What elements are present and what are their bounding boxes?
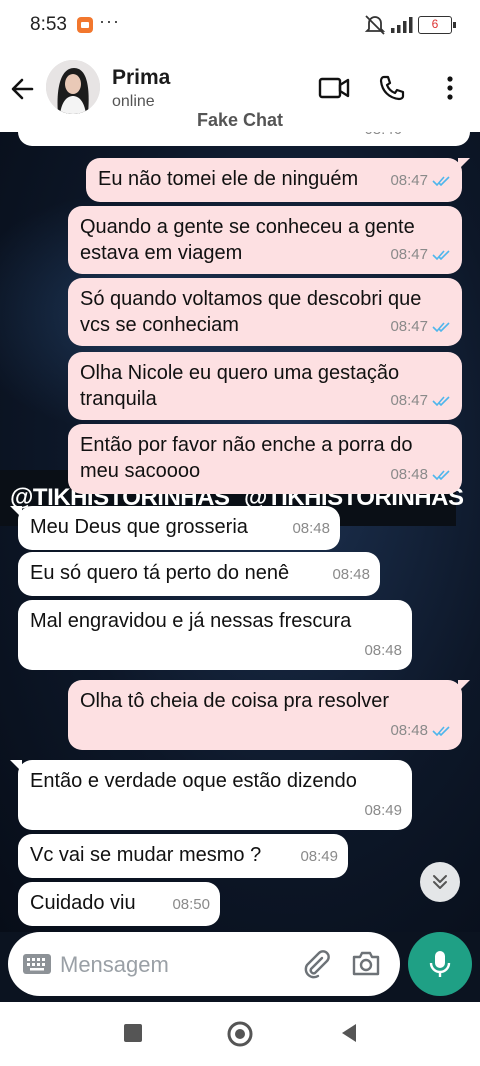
attach-icon[interactable]: [300, 948, 332, 980]
message-bubble[interactable]: Quando a gente se conheceu a gente estav…: [68, 206, 462, 274]
message-time: 08:47: [390, 392, 428, 409]
message-bubble[interactable]: Só quando voltamos que descobri que vcs …: [68, 278, 462, 346]
keyboard-icon[interactable]: [22, 952, 52, 976]
mic-icon: [429, 951, 451, 977]
status-more: ···: [99, 11, 120, 31]
mic-button[interactable]: [408, 932, 472, 996]
camera-icon[interactable]: [350, 948, 382, 980]
message-text: Mal engravidou e já nessas frescura: [30, 610, 352, 632]
recents-icon[interactable]: [122, 1022, 144, 1044]
message-text: Vc vai se mudar mesmo ?: [30, 844, 262, 866]
signal-icon: [391, 17, 413, 33]
message-bubble[interactable]: Meu Deus que grosseria 08:48: [10, 506, 340, 550]
message-bubble[interactable]: Mal engravidou e já nessas frescura 08:4…: [18, 600, 412, 670]
message-bubble[interactable]: Então por favor não enche a porra do meu…: [68, 424, 462, 494]
avatar[interactable]: [46, 60, 100, 114]
back-arrow-icon[interactable]: [10, 76, 36, 102]
avatar-image: [46, 60, 100, 114]
message-bubble[interactable]: Eu só quero tá perto do nenê 08:48: [18, 552, 380, 596]
status-time: 8:53: [30, 14, 67, 35]
message-text: Eu só quero tá perto do nenê: [30, 562, 290, 584]
message-time: 08:47: [390, 318, 428, 335]
read-ticks-icon: [432, 176, 450, 187]
message-time: 08:48: [332, 566, 370, 583]
message-time: 08:47: [390, 172, 428, 189]
composer-bar: Mensagem: [0, 932, 480, 1002]
chat-header: Prima online Fake Chat: [0, 52, 480, 132]
message-time: 08:47: [390, 246, 428, 263]
more-vert-icon[interactable]: [440, 74, 460, 102]
message-input[interactable]: Mensagem: [8, 932, 400, 996]
message-bubble[interactable]: Eu não tomei ele de ninguém 08:47: [86, 158, 470, 202]
message-placeholder: Mensagem: [60, 952, 169, 977]
chat-area[interactable]: 08:46 @TIKHISTORINHAS @TIKHISTORINHAS Eu…: [0, 132, 480, 932]
read-ticks-icon: [432, 726, 450, 737]
message-time: 08:48: [364, 642, 402, 659]
message-time: 08:48: [292, 520, 330, 537]
system-nav-bar: [0, 1002, 480, 1066]
presence-status: online: [112, 93, 155, 110]
message-text: Olha tô cheia de coisa pra resolver: [80, 690, 390, 712]
read-ticks-icon: [432, 250, 450, 261]
message-bubble[interactable]: Cuidado viu 08:50: [18, 882, 220, 926]
back-nav-icon[interactable]: [338, 1022, 360, 1044]
message-time: 08:46: [364, 132, 402, 143]
message-text: Meu Deus que grosseria: [30, 516, 248, 538]
read-ticks-icon: [432, 470, 450, 481]
status-bar: 8:53 ··· 6: [0, 0, 480, 52]
message-time: 08:49: [364, 802, 402, 819]
mute-icon: [364, 15, 386, 35]
message-bubble[interactable]: Olha tô cheia de coisa pra resolver 08:4…: [68, 680, 470, 750]
header-subtitle: Fake Chat: [196, 110, 284, 130]
read-ticks-icon: [432, 396, 450, 407]
message-bubble[interactable]: Olha Nicole eu quero uma gestação tranqu…: [68, 352, 462, 420]
message-time: 08:48: [390, 722, 428, 739]
scroll-down-button[interactable]: [420, 862, 460, 902]
video-app-icon: [77, 17, 93, 33]
battery-indicator: 6: [418, 16, 456, 34]
partial-message: 08:46: [18, 132, 470, 146]
message-time: 08:49: [300, 848, 338, 865]
message-time: 08:48: [390, 466, 428, 483]
phone-icon[interactable]: [378, 74, 406, 102]
scroll-down-icon: [433, 875, 447, 889]
message-text: Então e verdade oque estão dizendo: [30, 770, 357, 792]
home-icon[interactable]: [226, 1020, 254, 1048]
read-ticks-icon: [432, 322, 450, 333]
video-call-icon[interactable]: [318, 74, 350, 102]
message-bubble[interactable]: Vc vai se mudar mesmo ? 08:49: [18, 834, 348, 878]
contact-name[interactable]: Prima: [112, 66, 170, 90]
message-time: 08:50: [172, 896, 210, 913]
message-bubble[interactable]: Então e verdade oque estão dizendo 08:49: [10, 760, 412, 830]
